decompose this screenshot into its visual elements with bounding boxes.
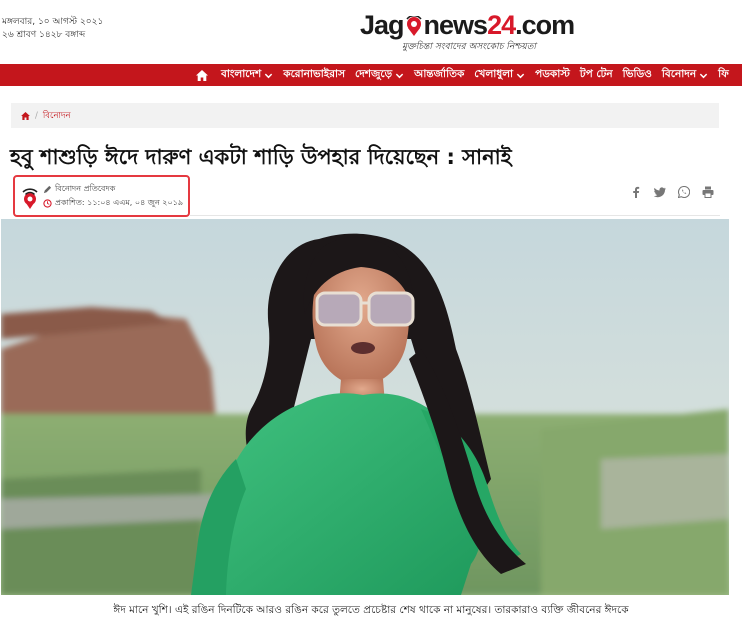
chevron-down-icon [699, 73, 708, 78]
chevron-down-icon [265, 73, 273, 78]
nav-item-label: ভিডিও [622, 67, 652, 80]
home-icon [196, 69, 208, 81]
main-navbar: বাংলাদেশ করোনাভাইরাস দেশজুড়ে আন্তর্জাতিক খে… [0, 64, 742, 86]
site-header: মঙ্গলবার, ১০ আগস্ট ২০২১ ২৬ শ্রাবণ ১৪২৮ ব… [0, 0, 742, 62]
nav-home[interactable] [196, 64, 216, 86]
pencil-icon [43, 185, 52, 194]
nav-item-7[interactable]: ভিডিও [618, 64, 657, 86]
nav-item-label: করোনাভাইরাস [283, 67, 346, 80]
nav-item-0[interactable]: বাংলাদেশ [216, 64, 278, 86]
breadcrumb-separator: / [35, 110, 38, 121]
author-meta: বিনোদন প্রতিবেদক প্রকাশিত: ১১:০৪ এএম, ০৪… [13, 175, 190, 217]
share-bar [630, 186, 714, 198]
breadcrumb-home-icon[interactable] [21, 111, 30, 120]
nav-item-label: খেলাধুলা [474, 67, 514, 80]
author-name[interactable]: বিনোদন প্রতিবেদক [55, 183, 115, 196]
nav-item-label: পডকাস্ট [535, 67, 570, 80]
nav-item-2[interactable]: দেশজুড়ে [350, 64, 409, 86]
logo-tagline: মুক্তচিন্তা সংবাদের অসংকোচ নিশ্চয়তা [402, 42, 537, 52]
nav-item-label: ফি [718, 67, 729, 80]
actress-photo [1, 219, 729, 595]
nav-item-label: আন্তর্জাতিক [414, 67, 465, 80]
clock-icon [43, 199, 52, 208]
chevron-down-icon [395, 73, 404, 78]
published-line: প্রকাশিত: ১১:০৪ এএম, ০৪ জুন ২০১৯ [43, 197, 183, 210]
nav-item-3[interactable]: আন্তর্জাতিক [409, 64, 469, 86]
article-hero-image [1, 219, 729, 595]
nav-item-1[interactable]: করোনাভাইরাস [278, 64, 350, 86]
breadcrumb: / বিনোদন [11, 103, 719, 128]
article-title: হবু শাশুড়ি ঈদে দারুণ একটা শাড়ি উপহার দ… [10, 145, 512, 169]
logo-pin-icon [405, 16, 422, 36]
whatsapp-icon[interactable] [678, 186, 690, 198]
nav-menu: বাংলাদেশ করোনাভাইরাস দেশজুড়ে আন্তর্জাতিক খে… [196, 64, 734, 86]
chevron-down-icon [516, 73, 525, 78]
article-lead-text: ঈদ মানে খুশি। এই রঙিন দিনটিকে আরও রঙিন ক… [113, 604, 629, 616]
logo-wordmark: Jag news24.com [360, 10, 575, 40]
published-time: প্রকাশিত: ১১:০৪ এএম, ০৪ জুন ২০১৯ [55, 198, 184, 207]
nav-item-6[interactable]: টপ টেন [575, 64, 618, 86]
nav-item-8[interactable]: বিনোদন [657, 64, 713, 86]
nav-item-4[interactable]: খেলাধুলা [469, 64, 530, 86]
date-display: মঙ্গলবার, ১০ আগস্ট ২০২১ ২৬ শ্রাবণ ১৪২৮ ব… [2, 16, 103, 42]
facebook-icon[interactable] [630, 186, 642, 198]
nav-item-label: টপ টেন [579, 67, 613, 80]
author-avatar [22, 188, 38, 209]
date-bengali: ২৬ শ্রাবণ ১৪২৮ বঙ্গাব্দ [2, 30, 86, 40]
twitter-icon[interactable] [654, 186, 666, 198]
nav-item-label: বিনোদন [661, 67, 697, 80]
nav-item-label: দেশজুড়ে [355, 67, 393, 80]
date-gregorian: মঙ্গলবার, ১০ আগস্ট ২০২১ [2, 17, 104, 27]
meta-divider [190, 215, 720, 216]
site-logo[interactable]: Jag news24.com মুক্তচিন্তা সংবাদের অসংকো… [360, 8, 575, 58]
nav-item-9[interactable]: ফি [713, 64, 734, 86]
nav-item-5[interactable]: পডকাস্ট [530, 64, 575, 86]
author-line: বিনোদন প্রতিবেদক [43, 183, 115, 196]
print-icon[interactable] [702, 186, 714, 198]
breadcrumb-current[interactable]: বিনোদন [43, 109, 71, 123]
nav-item-label: বাংলাদেশ [221, 67, 262, 80]
